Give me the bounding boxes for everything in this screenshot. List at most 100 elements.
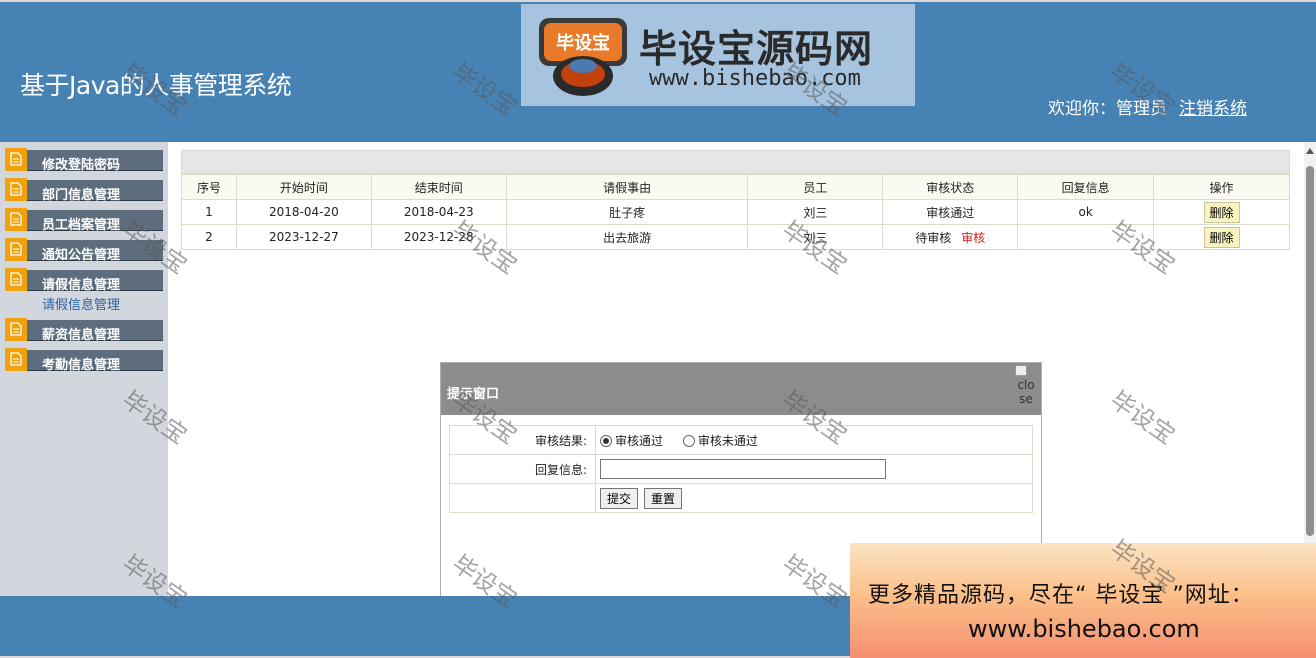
result-label: 审核结果: (449, 425, 596, 455)
cell-end: 2023-12-28 (370, 224, 507, 250)
sidebar-item-label: 请假信息管理 (42, 278, 121, 293)
cell-reason: 肚子疼 (505, 199, 749, 225)
sidebar-item-label: 考勤信息管理 (42, 358, 121, 373)
document-icon (5, 348, 27, 371)
cell-start: 2018-04-20 (235, 199, 372, 225)
sidebar-item-label: 修改登陆密码 (42, 158, 121, 173)
cell-start: 2023-12-27 (235, 224, 372, 250)
table-row: 2 2023-12-27 2023-12-28 出去旅游 刘三 待审核 审核 删除 (181, 224, 1290, 250)
result-options: 审核通过 审核未通过 (595, 425, 1033, 455)
document-icon (5, 268, 27, 291)
radio-pass[interactable] (600, 434, 612, 447)
cell-action: 删除 (1153, 224, 1290, 250)
buttons-cell: 提交 重置 (595, 483, 1033, 513)
header-banner: 基于Java的人事管理系统 毕设宝 毕设宝源码网 www.bishebao.co… (0, 0, 1316, 142)
audit-form: 审核结果: 审核通过 审核未通过 回复信息: 提交 重置 (449, 425, 1033, 513)
status-text: 审核通过 (926, 205, 975, 220)
cell-reply: ok (1017, 199, 1155, 225)
cell-no: 1 (181, 199, 237, 225)
column-header: 请假事由 (505, 174, 749, 200)
document-icon (5, 238, 27, 261)
document-icon (5, 208, 27, 231)
sidebar-item-employee[interactable]: 员工档案管理 (5, 208, 163, 233)
broken-image-icon (1015, 365, 1027, 376)
promo-url: www.bishebao.com (968, 615, 1200, 643)
audit-link[interactable]: 审核 (961, 231, 985, 245)
sidebar-item-label: 员工档案管理 (42, 218, 121, 233)
site-logo: 毕设宝 毕设宝源码网 www.bishebao.com (521, 4, 915, 106)
table-header-row: 序号 开始时间 结束时间 请假事由 员工 审核状态 回复信息 操作 (181, 174, 1290, 200)
sidebar-item-label: 薪资信息管理 (42, 328, 121, 343)
cell-reply (1017, 224, 1155, 250)
document-icon (5, 318, 27, 341)
welcome-area: 欢迎你：管理员 注销系统 (1048, 94, 1247, 119)
column-header: 操作 (1153, 174, 1290, 200)
column-header: 序号 (181, 174, 237, 200)
form-row-result: 审核结果: 审核通过 审核未通过 (449, 425, 1033, 455)
submit-button[interactable]: 提交 (600, 487, 639, 509)
vertical-scrollbar[interactable] (1304, 142, 1316, 596)
sidebar-item-notice[interactable]: 通知公告管理 (5, 238, 163, 263)
dialog-title: 提示窗口 (447, 387, 500, 402)
radio-fail-label[interactable]: 审核未通过 (698, 434, 758, 448)
sidebar-item-header[interactable]: 薪资信息管理 (5, 318, 163, 343)
sidebar-item-leave[interactable]: 请假信息管理 请假信息管理 (5, 268, 163, 313)
column-header: 回复信息 (1017, 174, 1155, 200)
sidebar-item-salary[interactable]: 薪资信息管理 (5, 318, 163, 343)
document-icon (5, 178, 27, 201)
table-row: 1 2018-04-20 2018-04-23 肚子疼 刘三 审核通过 ok 删… (181, 199, 1290, 225)
sidebar-item-header[interactable]: 考勤信息管理 (5, 348, 163, 373)
app-title: 基于Java的人事管理系统 (20, 71, 292, 100)
promo-banner: 更多精品源码，尽在“ 毕设宝 ”网址： www.bishebao.com 毕设宝 (850, 534, 1316, 658)
sidebar-item-change-password[interactable]: 修改登陆密码 (5, 148, 163, 173)
column-header: 开始时间 (235, 174, 372, 200)
table-caption-bar (181, 150, 1290, 174)
delete-button[interactable]: 删除 (1203, 226, 1240, 248)
scroll-thumb[interactable] (1306, 166, 1314, 536)
sidebar-item-header[interactable]: 部门信息管理 (5, 178, 163, 203)
document-icon (5, 148, 27, 171)
column-header: 结束时间 (370, 174, 507, 200)
delete-button[interactable]: 删除 (1203, 201, 1240, 223)
sidebar-item-header[interactable]: 修改登陆密码 (5, 148, 163, 173)
sidebar-item-label: 通知公告管理 (42, 248, 121, 263)
sidebar: 修改登陆密码 部门信息管理 员工档案管理 通知公告管理 请假信息管理 请假信息管… (0, 142, 168, 596)
sidebar-item-label: 部门信息管理 (42, 188, 121, 203)
reply-label: 回复信息: (449, 454, 596, 484)
column-header: 员工 (747, 174, 884, 200)
promo-text: 更多精品源码，尽在“ 毕设宝 ”网址： (868, 583, 1254, 608)
sidebar-subitem-leave-manage[interactable]: 请假信息管理 (42, 294, 163, 313)
close-alt-text: close (1017, 378, 1035, 406)
logo-text: 毕设宝源码网 (639, 27, 874, 71)
cell-status: 待审核 审核 (882, 224, 1019, 250)
reply-cell (595, 454, 1033, 484)
sidebar-item-header[interactable]: 员工档案管理 (5, 208, 163, 233)
dialog-header: 提示窗口 close (441, 363, 1041, 415)
scroll-up-arrow-icon[interactable] (1306, 148, 1314, 154)
logo-badge-text: 毕设宝 (556, 32, 610, 54)
cell-no: 2 (181, 224, 237, 250)
radio-pass-label[interactable]: 审核通过 (615, 434, 663, 448)
logo-badge-icon: 毕设宝 (539, 18, 627, 96)
empty-label (449, 483, 596, 513)
cell-status: 审核通过 (882, 199, 1019, 225)
sidebar-item-header[interactable]: 通知公告管理 (5, 238, 163, 263)
cell-action: 删除 (1153, 199, 1290, 225)
cell-employee: 刘三 (747, 224, 884, 250)
sidebar-item-department[interactable]: 部门信息管理 (5, 178, 163, 203)
close-icon[interactable]: close (1015, 365, 1037, 415)
reset-button[interactable]: 重置 (644, 487, 683, 509)
welcome-text: 欢迎你：管理员 (1048, 99, 1167, 119)
form-row-buttons: 提交 重置 (449, 483, 1033, 513)
radio-fail[interactable] (682, 434, 695, 447)
logout-link[interactable]: 注销系统 (1179, 99, 1247, 119)
sidebar-item-attendance[interactable]: 考勤信息管理 (5, 348, 163, 373)
leave-table: 序号 开始时间 结束时间 请假事由 员工 审核状态 回复信息 操作 1 2018… (181, 174, 1290, 250)
cell-employee: 刘三 (747, 199, 884, 225)
cell-reason: 出去旅游 (505, 224, 749, 250)
column-header: 审核状态 (882, 174, 1019, 200)
form-row-reply: 回复信息: (449, 454, 1033, 484)
status-text: 待审核 (915, 230, 952, 245)
sidebar-item-header[interactable]: 请假信息管理 (5, 268, 163, 293)
reply-input[interactable] (600, 459, 886, 479)
